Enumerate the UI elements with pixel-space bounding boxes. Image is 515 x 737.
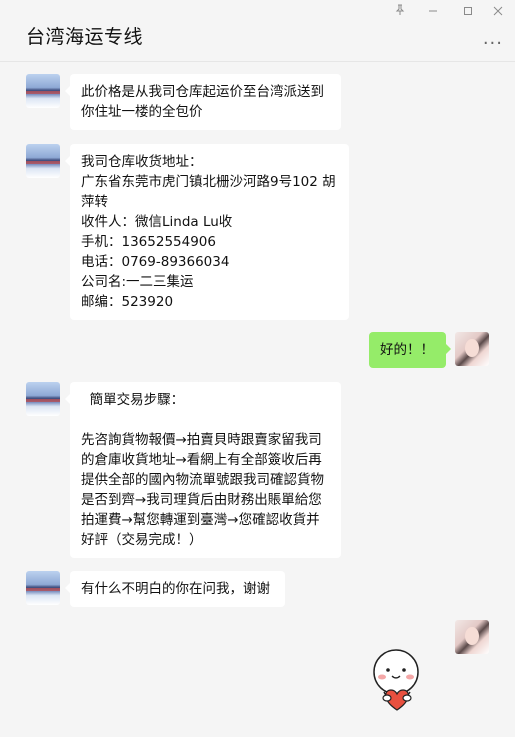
buyer-avatar[interactable]: [455, 620, 489, 654]
close-icon[interactable]: [486, 4, 510, 22]
seller-avatar[interactable]: [26, 144, 60, 178]
message-bubble-incoming: 簡單交易步驟： 先咨詢貨物報價→拍賣貝時跟賣家留我司 的倉庫收貨地址→看網上有全…: [65, 382, 341, 558]
maximize-icon[interactable]: [456, 4, 480, 22]
buyer-avatar[interactable]: [455, 332, 489, 366]
heart-hug-sticker[interactable]: [368, 646, 428, 714]
minimize-icon[interactable]: [421, 4, 445, 22]
pin-icon[interactable]: [388, 4, 412, 22]
seller-avatar[interactable]: [26, 571, 60, 605]
message-bubble-outgoing: 好的！！: [369, 332, 451, 368]
message-bubble-incoming: 此价格是从我司仓库起运价至台湾派送到 你住址一楼的全包价: [65, 74, 341, 130]
chat-history[interactable]: 此价格是从我司仓库起运价至台湾派送到 你住址一楼的全包价 我司仓库收货地址： 广…: [0, 62, 515, 737]
seller-avatar[interactable]: [26, 74, 60, 108]
title-bar: 台湾海运专线 ...: [0, 0, 515, 62]
message-bubble-incoming: 有什么不明白的你在问我，谢谢: [65, 571, 285, 607]
more-options-icon[interactable]: ...: [483, 30, 503, 48]
seller-avatar[interactable]: [26, 382, 60, 416]
message-bubble-incoming: 我司仓库收货地址： 广东省东莞市虎门镇北栅沙河路9号102 胡 萍转 收件人：微…: [65, 144, 349, 320]
chat-title: 台湾海运专线: [26, 26, 144, 48]
